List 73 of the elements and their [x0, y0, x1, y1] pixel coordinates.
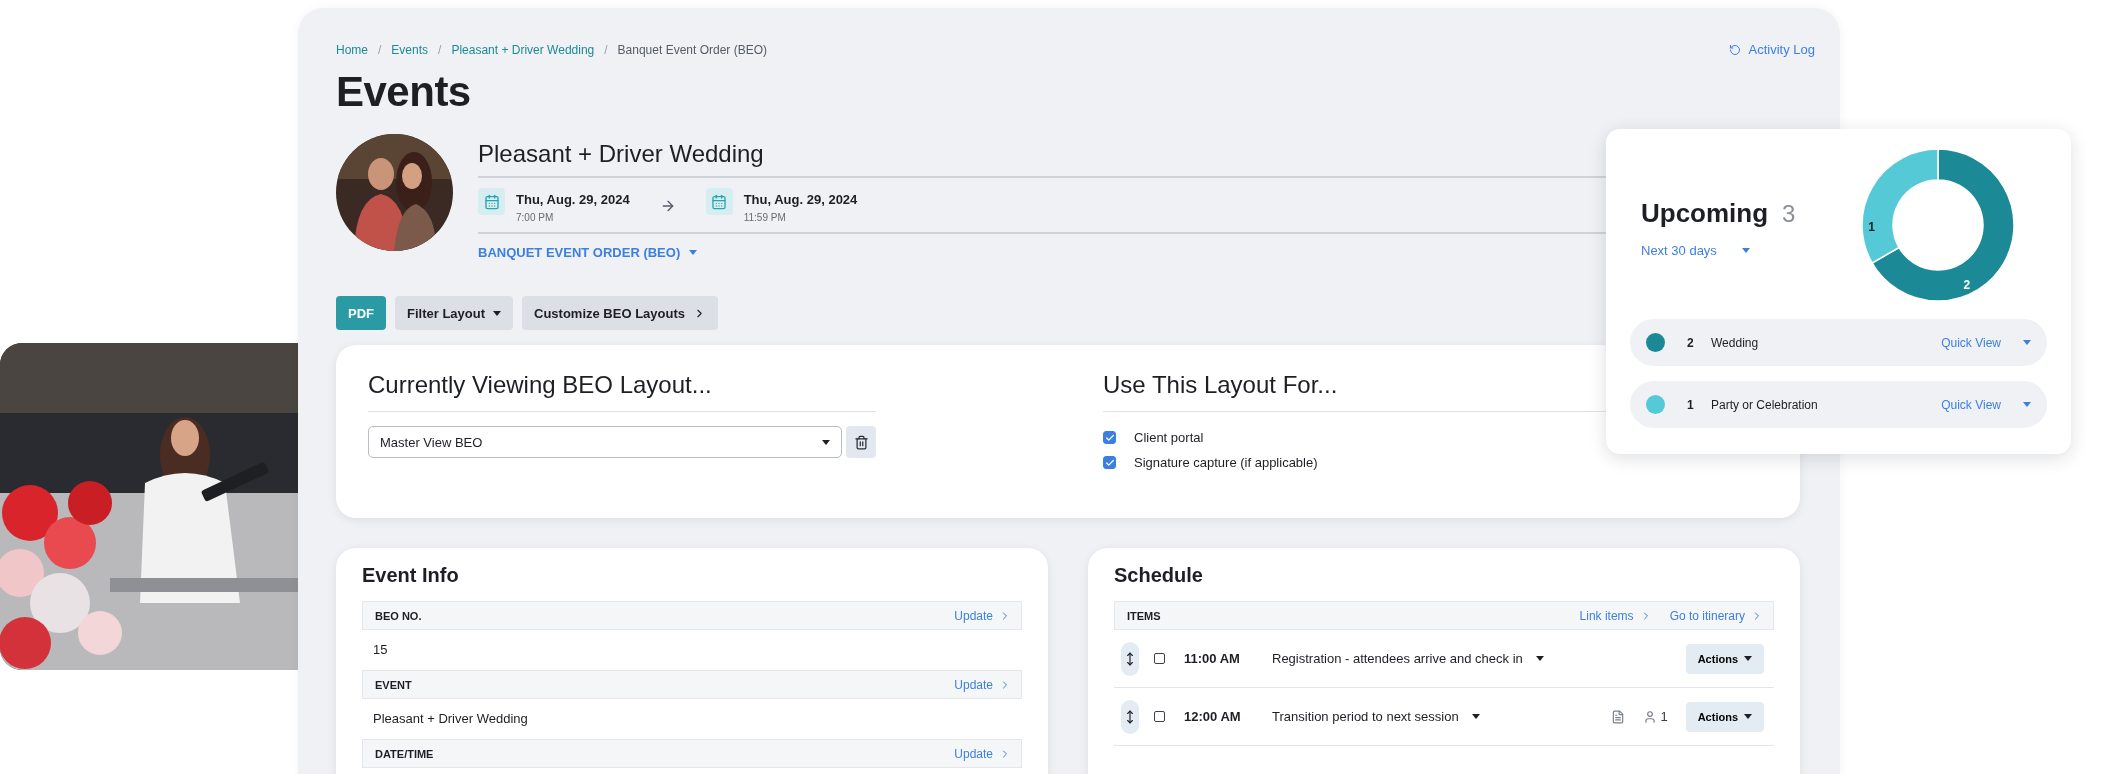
- breadcrumb-link[interactable]: Banquet Event Order (BEO): [617, 42, 767, 57]
- caret-icon: [1471, 714, 1480, 719]
- caret-icon: [1744, 714, 1752, 719]
- section-title: Schedule: [1114, 564, 1204, 587]
- range-dropdown[interactable]: Next 30 days: [1641, 243, 1750, 258]
- event-time: 7:00 PM: [516, 212, 555, 223]
- item-time: 12:00 AM: [1184, 709, 1242, 724]
- field-label: EVENT: [375, 678, 412, 691]
- pdf-button[interactable]: PDF: [336, 296, 386, 330]
- layout-select[interactable]: Master View BEO: [368, 426, 842, 458]
- delete-button[interactable]: [846, 426, 876, 458]
- event-time: 11:59 PM: [743, 212, 787, 223]
- page-title: Events: [336, 71, 472, 113]
- card-title: Currently Viewing BEO Layout...: [368, 371, 876, 412]
- update-link[interactable]: Update: [954, 677, 1011, 692]
- item-time: 11:00 AM: [1184, 651, 1241, 666]
- breadcrumb-link[interactable]: Home: [336, 42, 368, 57]
- caret-icon: [689, 250, 698, 255]
- filter-layout-button[interactable]: Filter Layout: [395, 296, 513, 330]
- drag-handle[interactable]: [1121, 641, 1139, 676]
- update-link[interactable]: Update: [954, 746, 1011, 761]
- checkbox[interactable]: [1154, 711, 1165, 722]
- breadcrumb-link[interactable]: Events: [391, 42, 429, 57]
- checkbox[interactable]: [1154, 653, 1165, 664]
- quick-view-button[interactable]: Quick View: [1941, 397, 2031, 412]
- event-date: Thu, Aug. 29, 2024: [516, 192, 630, 207]
- breadcrumb-separator: /: [378, 42, 382, 57]
- legend-count: 2: [1687, 335, 1695, 350]
- upcoming-count: 3: [1782, 200, 1796, 228]
- activity-log-link[interactable]: Activity Log: [1728, 42, 1815, 57]
- actions-button[interactable]: Actions: [1685, 643, 1764, 674]
- option-label: Client portal: [1134, 430, 1204, 445]
- checkbox[interactable]: [1103, 456, 1116, 469]
- customize-layouts-button[interactable]: Customize BEO Layouts: [522, 296, 718, 330]
- header-link[interactable]: Go to itinerary: [1669, 608, 1763, 623]
- caret-icon: [2023, 340, 2031, 345]
- calendar-icon: [478, 188, 505, 215]
- document-icon[interactable]: [1611, 709, 1626, 724]
- breadcrumb-separator: /: [438, 42, 442, 57]
- upcoming-title: Upcoming: [1641, 198, 1769, 229]
- attendee-count: 1: [1643, 709, 1668, 724]
- field-label: ITEMS: [1127, 609, 1161, 622]
- actions-button[interactable]: Actions: [1685, 701, 1764, 732]
- trash-icon: [853, 434, 869, 450]
- calendar-icon: [705, 188, 733, 215]
- slice-label: 2: [1963, 277, 1971, 292]
- field-value: Pleasant + Driver Wedding: [372, 710, 529, 728]
- caret-icon: [1741, 248, 1750, 253]
- order-type-dropdown[interactable]: BANQUET EVENT ORDER (BEO): [478, 245, 698, 260]
- item-title[interactable]: Transition period to next session: [1272, 709, 1480, 724]
- section-title: Event Info: [362, 564, 460, 587]
- caret-icon: [822, 439, 830, 445]
- slice-label: 1: [1868, 219, 1875, 234]
- field-value: 15: [372, 641, 389, 659]
- caret-icon: [493, 310, 501, 316]
- legend-count: 1: [1687, 397, 1695, 412]
- drag-handle[interactable]: [1121, 699, 1139, 734]
- option-label: Signature capture (if applicable): [1134, 455, 1318, 470]
- update-link[interactable]: Update: [954, 608, 1011, 623]
- caret-icon: [2023, 402, 2031, 407]
- legend-label: Wedding: [1711, 335, 1759, 350]
- header-link[interactable]: Link items: [1579, 608, 1652, 623]
- item-title[interactable]: Registration - attendees arrive and check in: [1272, 651, 1544, 666]
- caret-icon: [1744, 656, 1752, 661]
- caret-icon: [1535, 656, 1544, 661]
- breadcrumb-link[interactable]: Pleasant + Driver Wedding: [451, 42, 595, 57]
- field-label: BEO NO.: [375, 609, 422, 622]
- checkbox[interactable]: [1103, 431, 1116, 444]
- field-label: DATE/TIME: [375, 747, 434, 760]
- history-icon: [1728, 43, 1741, 56]
- event-date: Thu, Aug. 29, 2024: [743, 192, 858, 207]
- quick-view-button[interactable]: Quick View: [1941, 335, 2031, 350]
- breadcrumb-separator: /: [604, 42, 608, 57]
